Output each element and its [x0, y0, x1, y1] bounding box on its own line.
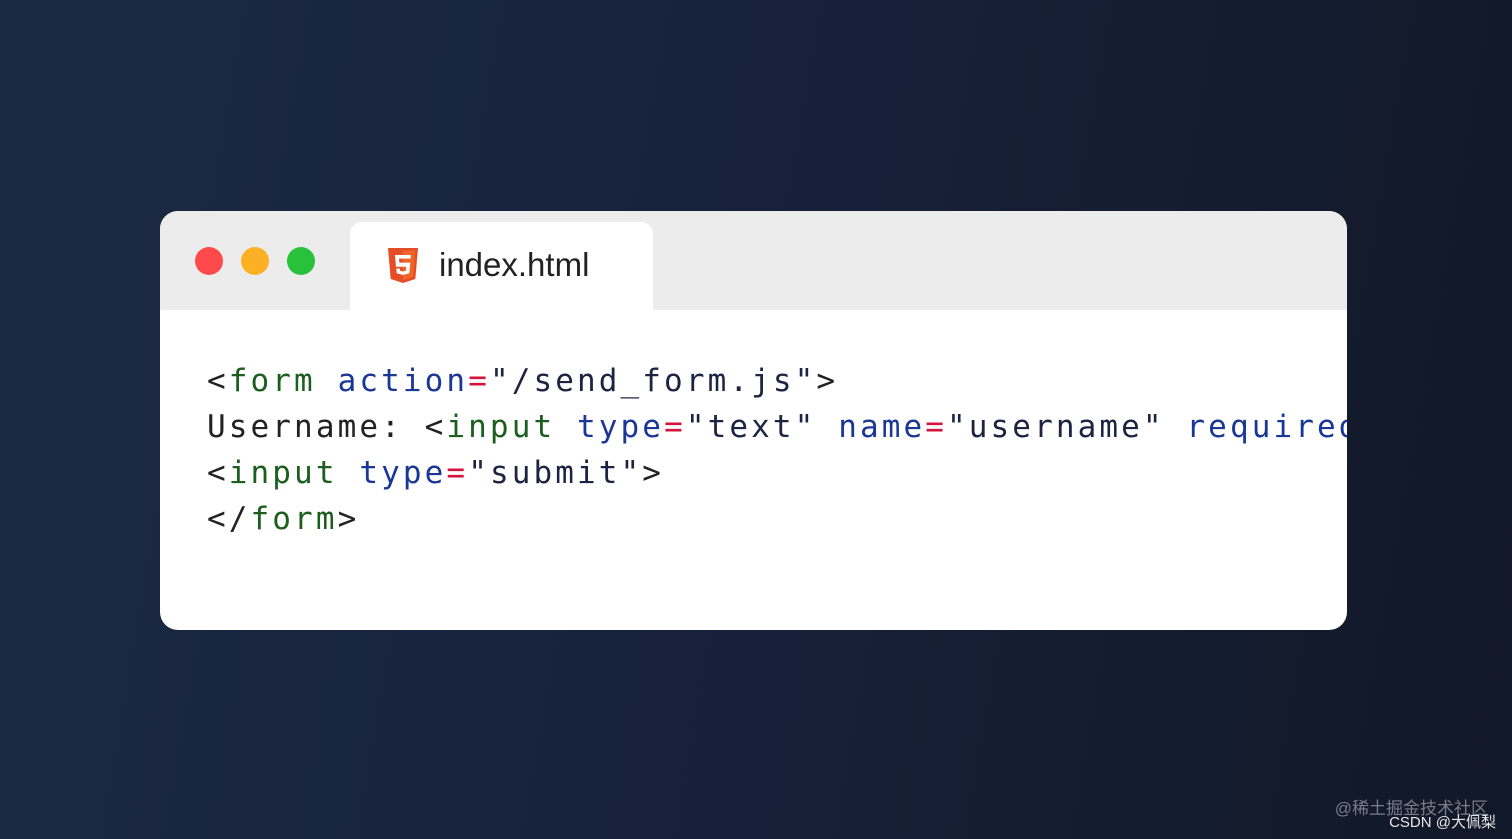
code-line: </form> — [207, 496, 1347, 542]
code-line: Username: <input type="text" name="usern… — [207, 404, 1347, 450]
code-token-str: "username" — [947, 409, 1165, 445]
code-token-punct: > — [642, 455, 665, 491]
code-token-eq: = — [446, 455, 469, 491]
code-token-punct: < — [207, 455, 229, 491]
code-token-attr: type — [359, 455, 447, 491]
minimize-button[interactable] — [241, 247, 269, 275]
code-token-tag: input — [228, 455, 338, 491]
code-token-attr: action — [337, 363, 469, 399]
html5-icon — [388, 248, 418, 283]
close-button[interactable] — [195, 247, 223, 275]
code-token-str: "submit" — [468, 455, 643, 491]
code-token-str: "/send_form.js" — [489, 363, 817, 399]
code-token-punct: </ — [207, 501, 251, 537]
code-token-punct: > — [337, 501, 360, 537]
code-token-eq: = — [664, 409, 686, 445]
maximize-button[interactable] — [287, 247, 315, 275]
code-token-attr: required — [1186, 409, 1347, 445]
code-token-punct: > — [816, 363, 839, 399]
window-titlebar: index.html — [160, 211, 1347, 310]
tab-label: index.html — [439, 246, 590, 283]
code-token-eq: = — [468, 363, 490, 399]
code-token-attr: type — [577, 409, 665, 445]
code-token-tag: form — [250, 501, 338, 537]
code-window: index.html <form action="/send_form.js">… — [160, 211, 1347, 630]
code-token-str: "text" — [685, 409, 817, 445]
code-token-eq: = — [925, 409, 948, 445]
tab-index-html[interactable]: index.html — [350, 222, 653, 310]
code-token-tag: input — [446, 409, 556, 445]
code-line: <form action="/send_form.js"> — [207, 358, 1347, 404]
code-token-text: Username: — [207, 409, 425, 445]
code-token-punct: < — [424, 409, 447, 445]
code-token-tag: form — [228, 363, 316, 399]
code-token-attr: name — [838, 409, 926, 445]
code-line: <input type="submit"> — [207, 450, 1347, 496]
code-block: <form action="/send_form.js"> Username: <… — [207, 358, 1347, 542]
watermark-csdn: CSDN @大佩梨 — [1389, 814, 1496, 831]
code-token-punct: < — [207, 363, 229, 399]
